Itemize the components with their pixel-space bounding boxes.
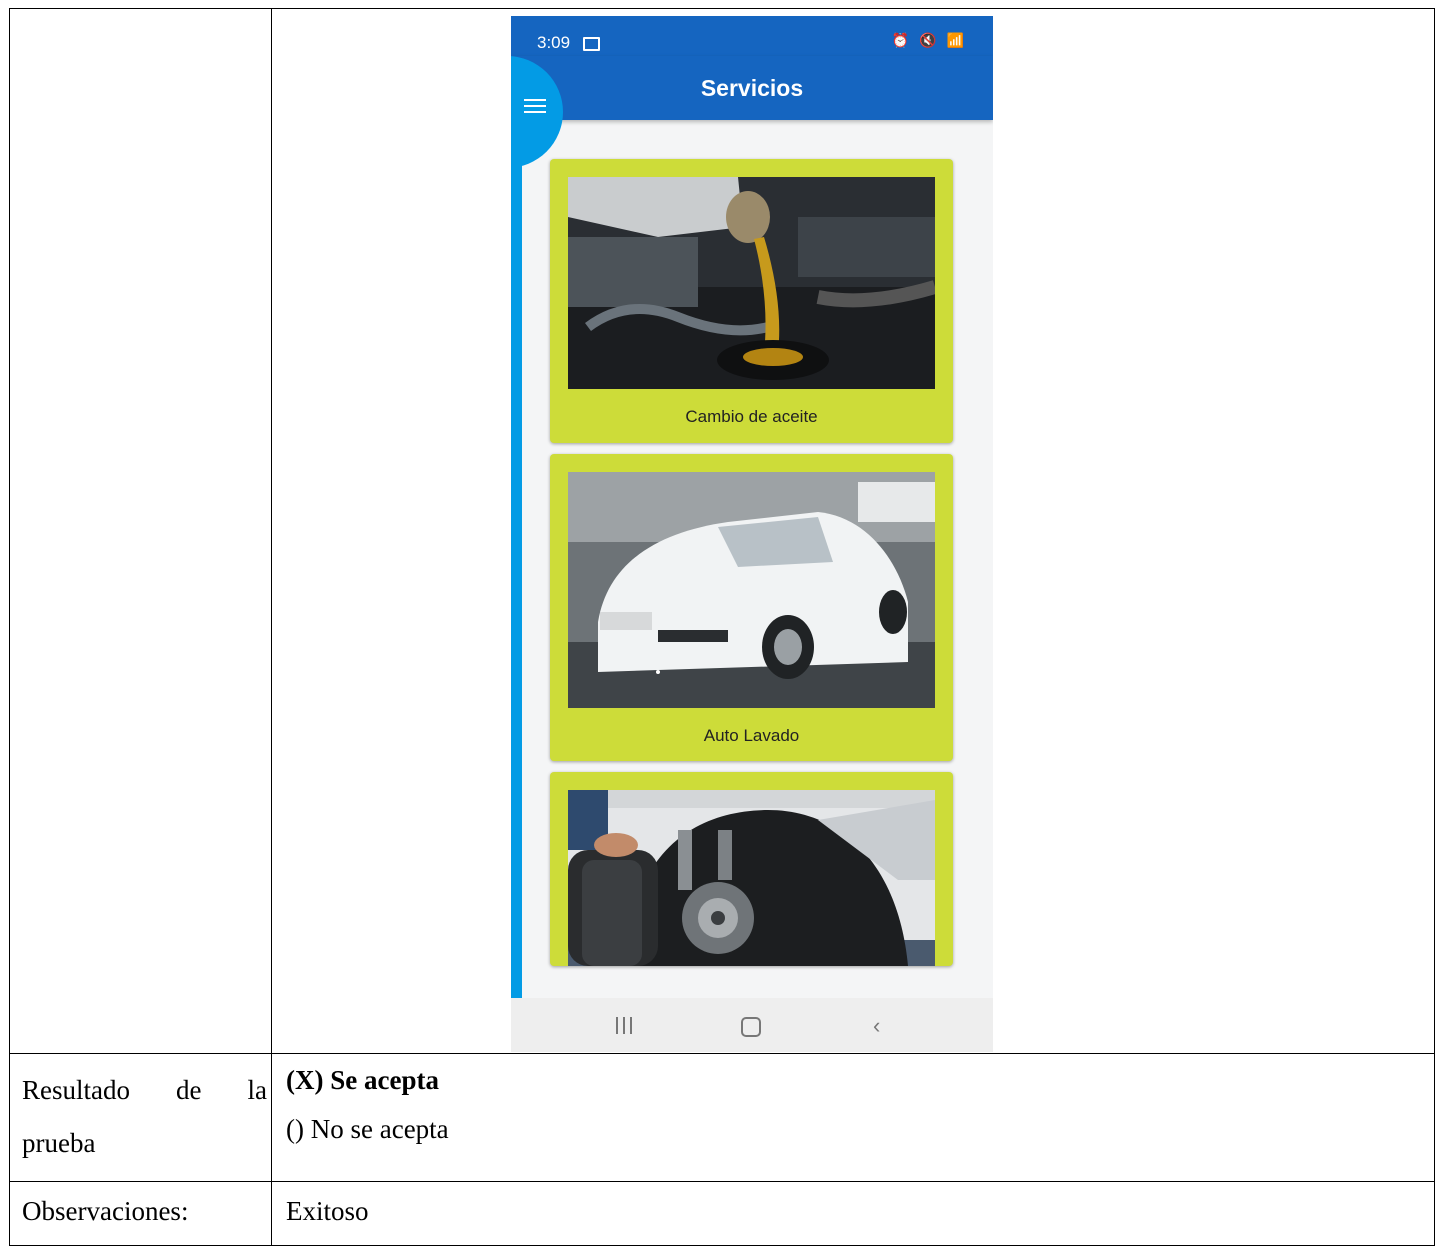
empty-label-cell bbox=[9, 8, 272, 1054]
result-reject: () No se acepta bbox=[286, 1114, 449, 1144]
home-icon[interactable] bbox=[741, 1017, 761, 1037]
menu-icon[interactable] bbox=[524, 99, 550, 117]
car-wash-image bbox=[568, 472, 935, 708]
service-label: Cambio de aceite bbox=[685, 407, 818, 426]
back-icon[interactable]: ‹ bbox=[873, 1013, 880, 1039]
recent-apps-icon[interactable] bbox=[616, 1017, 636, 1035]
service-card-wash[interactable]: Auto Lavado bbox=[550, 454, 953, 761]
android-nav-bar: ‹ bbox=[511, 998, 993, 1052]
service-label: Auto Lavado bbox=[703, 726, 800, 745]
service-card-oil[interactable]: Cambio de aceite bbox=[550, 159, 953, 443]
result-label: Resultado de la prueba bbox=[9, 1053, 272, 1182]
gallery-icon bbox=[583, 37, 600, 51]
app-bar: Servicios bbox=[511, 56, 993, 120]
drawer-edge bbox=[511, 120, 522, 998]
page-title: Servicios bbox=[700, 75, 804, 101]
status-time: 3:09 bbox=[537, 33, 571, 52]
phone-screenshot: 3:09 ⏰ 🔇 📶 Servicios Cambio de aceite Au… bbox=[511, 16, 993, 1052]
oil-change-image bbox=[568, 177, 935, 389]
observations-label: Observaciones: bbox=[9, 1181, 272, 1246]
tire-change-image bbox=[568, 790, 935, 966]
result-values: (X) Se acepta () No se acepta bbox=[271, 1053, 1435, 1182]
result-accept: (X) Se acepta bbox=[286, 1065, 439, 1095]
status-icons: ⏰ 🔇 📶 bbox=[891, 32, 967, 48]
observations-value: Exitoso bbox=[271, 1181, 1435, 1246]
service-card-tire[interactable] bbox=[550, 772, 953, 966]
